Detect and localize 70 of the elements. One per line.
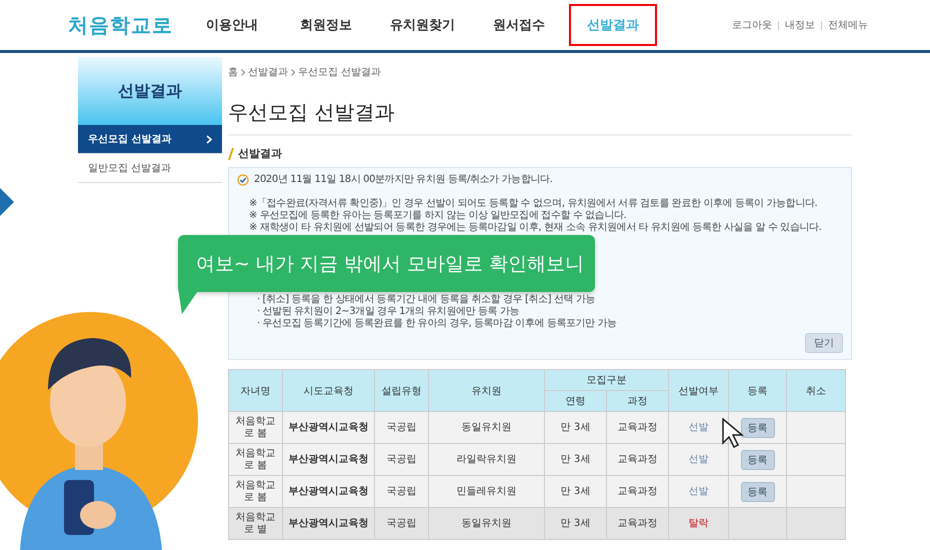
register-button[interactable]: 등록 <box>740 482 774 502</box>
notice-note: ※「접수완료(자격서류 확인중)」인 경우 선발이 되어도 등록할 수 없으며, 유치원에서 서류 검토를 완료한 이후에 등록이 가능합니다. <box>249 198 818 210</box>
util-link[interactable]: 전체메뉴 <box>828 18 868 32</box>
table-cell: 부산광역시교육청 <box>282 476 374 508</box>
util-link[interactable]: 로그아웃 <box>732 18 772 32</box>
table-cell: 만 3세 <box>544 476 606 508</box>
column-header: 선발여부 <box>668 370 728 412</box>
table-cell: 민들레유치원 <box>428 476 544 508</box>
notice-bullet: · 우선모집 등록기간에 등록완료를 한 유아의 경우, 등록마감 이후에 등록포기만 가능 <box>257 318 617 330</box>
result-cell: 탈락 <box>668 508 728 540</box>
nav-item[interactable]: 원서접수 <box>475 4 563 46</box>
chevron-icon <box>241 68 245 76</box>
result-cell: 선발 <box>668 444 728 476</box>
section-title: 선발결과 <box>238 146 282 161</box>
table-cell: 처음학교로 봄 <box>228 444 282 476</box>
notice-bullet: · [취소] 등록을 한 상태에서 등록기간 내에 등록을 취소할 경우 [취소] 선택 가능 <box>257 294 596 306</box>
nav-item[interactable]: 유치원찾기 <box>376 4 469 46</box>
close-button[interactable]: 닫기 <box>805 333 843 353</box>
caption-text: 여보~ 내가 지금 밖에서 모바일로 확인해보니 <box>196 252 584 276</box>
column-header: 시도교육청 <box>282 370 374 412</box>
sidebar-item[interactable]: 우선모집 선발결과 <box>78 125 222 154</box>
result-cell: 선발 <box>668 476 728 508</box>
slash-icon <box>228 148 234 160</box>
breadcrumb-item[interactable]: 우선모집 선발결과 <box>298 65 382 79</box>
table-cell: 국공립 <box>374 444 428 476</box>
table-cell: 부산광역시교육청 <box>282 412 374 444</box>
table-cell: 동일유치원 <box>428 508 544 540</box>
notice-note: ※ 재학생이 타 유치원에 선발되어 등록한 경우에는 등록마감일 이후, 현재 소속 유치원에서 타 유치원에 등록한 사실을 알 수 있습니다. <box>249 222 822 234</box>
page-title: 우선모집 선발결과 <box>228 99 852 136</box>
notice-bullet: · 선발된 유치원이 2~3개일 경우 1개의 유치원에만 등록 가능 <box>257 306 520 318</box>
column-header: 등록 <box>728 370 786 412</box>
check-icon <box>237 174 249 186</box>
breadcrumb-item[interactable]: 홈 <box>228 65 238 79</box>
table-cell: 교육과정 <box>606 508 668 540</box>
chevron-icon <box>206 134 212 144</box>
table-cell: 교육과정 <box>606 412 668 444</box>
table-cell: 교육과정 <box>606 444 668 476</box>
notice-headline: 2020년 11월 11일 18시 00분까지만 유치원 등록/취소가 가능합니다. <box>254 174 552 186</box>
table-cell: 라일락유치원 <box>428 444 544 476</box>
nav-item[interactable]: 이용안내 <box>188 4 276 46</box>
table-cell: 국공립 <box>374 508 428 540</box>
column-header: 과정 <box>606 390 668 412</box>
table-cell: 부산광역시교육청 <box>282 444 374 476</box>
table-cell: 만 3세 <box>544 444 606 476</box>
table-cell: 부산광역시교육청 <box>282 508 374 540</box>
table-cell: 국공립 <box>374 476 428 508</box>
table-cell: 만 3세 <box>544 412 606 444</box>
nav-item[interactable]: 회원정보 <box>282 4 370 46</box>
breadcrumb-item[interactable]: 선발결과 <box>248 65 288 79</box>
chevron-icon <box>291 68 295 76</box>
util-link[interactable]: 내정보 <box>785 18 815 32</box>
chevron-icon <box>0 188 14 216</box>
column-header: 모집구분 <box>544 370 668 390</box>
sidebar-title: 선발결과 <box>118 80 182 102</box>
register-button[interactable]: 등록 <box>740 418 774 438</box>
table-cell: 처음학교로 봄 <box>228 412 282 444</box>
column-header: 취소 <box>786 370 846 412</box>
column-header: 연령 <box>544 390 606 412</box>
register-button[interactable]: 등록 <box>740 450 774 470</box>
table-cell: 처음학교로 별 <box>228 508 282 540</box>
table-cell: 만 3세 <box>544 508 606 540</box>
table-cell: 국공립 <box>374 412 428 444</box>
notice-note: ※ 우선모집에 등록한 유아는 등록포기를 하지 않는 이상 일반모집에 접수할 수 없습니다. <box>249 210 626 222</box>
column-header: 설립유형 <box>374 370 428 412</box>
table-cell: 교육과정 <box>606 476 668 508</box>
column-header: 자녀명 <box>228 370 282 412</box>
table-cell: 동일유치원 <box>428 412 544 444</box>
table-cell: 처음학교로 봄 <box>228 476 282 508</box>
column-header: 유치원 <box>428 370 544 412</box>
cursor-icon <box>722 418 744 448</box>
